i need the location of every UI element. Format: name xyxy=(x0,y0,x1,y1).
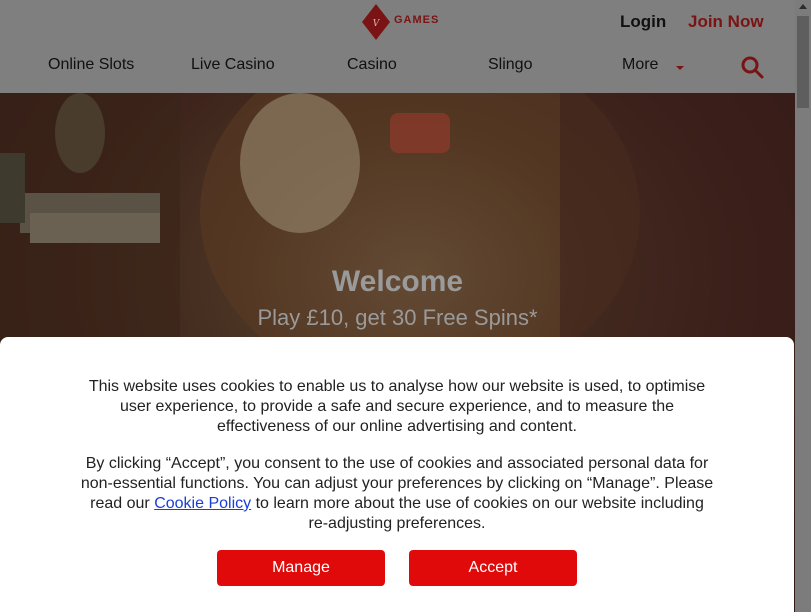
cookie-intro-text: This website uses cookies to enable us t… xyxy=(88,378,706,435)
cookie-consent-text: By clicking “Accept”, you consent to the… xyxy=(80,454,714,534)
cookie-consent-dialog: This website uses cookies to enable us t… xyxy=(0,337,794,612)
accept-button[interactable]: Accept xyxy=(409,550,577,586)
nav-casino[interactable]: Casino xyxy=(347,56,397,74)
cookie-policy-link[interactable]: Cookie Policy xyxy=(154,495,251,512)
brand-games-text: GAMES xyxy=(394,14,440,26)
nav-slingo[interactable]: Slingo xyxy=(488,56,532,74)
join-now-link[interactable]: Join Now xyxy=(688,12,764,32)
manage-button[interactable]: Manage xyxy=(217,550,385,586)
chevron-down-icon xyxy=(676,66,684,70)
hero-offer-text: Play £10, get 30 Free Spins* xyxy=(257,305,538,330)
nav-more[interactable]: More xyxy=(622,56,658,74)
nav-live-casino[interactable]: Live Casino xyxy=(191,56,275,74)
search-icon[interactable] xyxy=(740,55,764,79)
site-header: V GAMES Login Join Now Online Slots Live… xyxy=(0,0,795,93)
cookie-consent-text-after: to learn more about the use of cookies o… xyxy=(251,495,704,532)
nav-online-slots[interactable]: Online Slots xyxy=(48,56,134,74)
hero-welcome-title: Welcome xyxy=(331,265,464,298)
login-link[interactable]: Login xyxy=(620,12,666,32)
scrollbar-thumb[interactable] xyxy=(797,16,809,108)
scroll-up-arrow-icon[interactable] xyxy=(799,4,807,9)
